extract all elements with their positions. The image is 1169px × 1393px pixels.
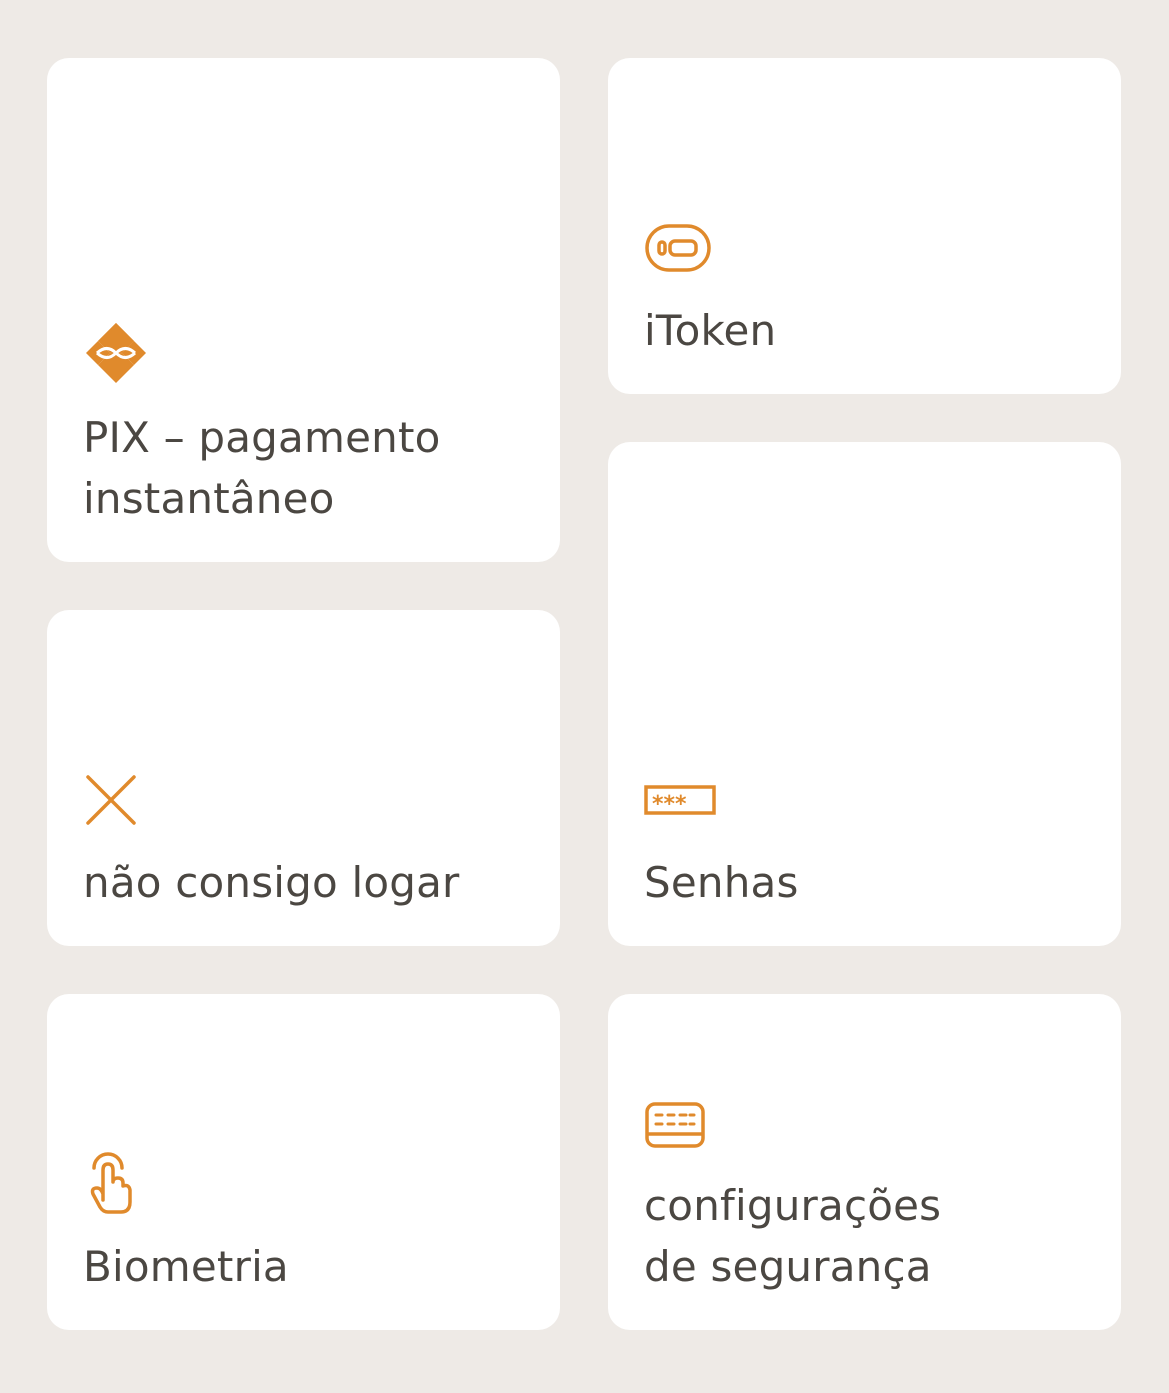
keyboard-settings-icon — [644, 1100, 708, 1150]
close-x-icon — [83, 772, 139, 828]
passwords-label: Senhas — [644, 858, 799, 907]
itoken-card[interactable]: iToken — [608, 58, 1121, 394]
cant-login-label: não consigo logar — [83, 858, 460, 907]
passwords-card[interactable]: *** Senhas — [608, 442, 1121, 946]
password-icon: *** — [644, 784, 716, 818]
security-settings-label: configurações de segurança — [644, 1181, 942, 1291]
biometrics-label: Biometria — [83, 1242, 289, 1291]
svg-text:***: *** — [652, 792, 687, 817]
token-icon — [644, 222, 712, 274]
pix-icon — [83, 320, 149, 386]
pix-card[interactable]: PIX – pagamento instantâneo — [47, 58, 560, 562]
pix-label: PIX – pagamento instantâneo — [83, 413, 441, 523]
cant-login-card[interactable]: não consigo logar — [47, 610, 560, 946]
security-settings-card[interactable]: configurações de segurança — [608, 994, 1121, 1330]
fingerprint-touch-icon — [83, 1148, 135, 1216]
biometrics-card[interactable]: Biometria — [47, 994, 560, 1330]
itoken-label: iToken — [644, 306, 777, 355]
